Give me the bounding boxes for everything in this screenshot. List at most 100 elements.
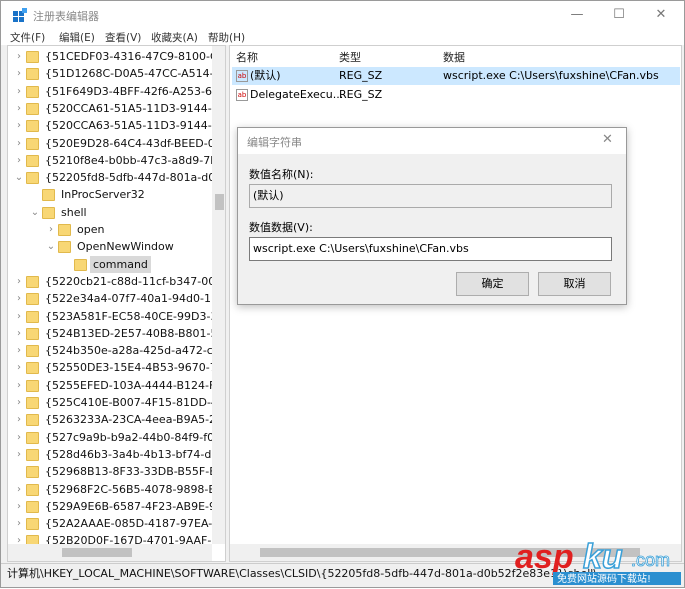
tree-item[interactable]: › {524b350e-a28a-425d-a472-c9e2 — [8, 342, 225, 359]
tree-item[interactable]: command — [8, 255, 213, 273]
window-title: 注册表编辑器 — [33, 10, 99, 23]
tree-item[interactable]: › {525C410E-B007-4F15-81DD-49D — [8, 394, 225, 411]
tree-item[interactable]: › {5220cb21-c88d-11cf-b347-00aa0 — [8, 273, 225, 290]
scroll-thumb[interactable] — [62, 548, 132, 557]
expand-chevron-icon[interactable]: › — [14, 308, 24, 325]
expand-chevron-icon[interactable]: › — [14, 65, 24, 82]
tree-item[interactable]: › {523A581F-EC58-40CE-99D3-36BI — [8, 308, 225, 325]
collapse-chevron-icon[interactable]: ⌄ — [14, 169, 24, 186]
column-header-name[interactable]: 名称 — [236, 49, 258, 65]
expand-chevron-icon[interactable]: › — [14, 325, 24, 342]
expand-chevron-icon[interactable]: › — [14, 152, 24, 169]
tree-horizontal-scrollbar[interactable] — [8, 544, 212, 561]
dialog-close-button[interactable]: ✕ — [602, 132, 613, 147]
expand-chevron-icon[interactable]: › — [14, 117, 24, 134]
scroll-thumb[interactable] — [215, 194, 224, 210]
tree-item-label: {5255EFED-103A-4444-B124-F88F — [45, 378, 226, 392]
collapse-chevron-icon[interactable]: ⌄ — [46, 238, 56, 255]
tree-item[interactable]: › {520CCA61-51A5-11D3-9144-0010 — [8, 100, 225, 117]
minimize-button[interactable]: — — [567, 6, 587, 24]
tree-item[interactable]: InProcServer32 — [8, 186, 213, 203]
tree-item-label: {527c9a9b-b9a2-44b0-84f9-f0dc1 — [45, 430, 226, 444]
menu-file[interactable]: 文件(F) — [10, 30, 45, 45]
column-header-type[interactable]: 类型 — [339, 49, 361, 65]
value-name-field[interactable]: (默认) — [249, 184, 612, 208]
tree-item[interactable]: {52968B13-8F33-33DB-B55F-ED57 — [8, 463, 225, 480]
tree-item-label: OpenNewWindow — [77, 240, 174, 254]
expand-chevron-icon[interactable]: › — [14, 481, 24, 498]
expand-chevron-icon[interactable]: › — [14, 48, 24, 65]
tree-item[interactable]: ⌄ OpenNewWindow — [8, 238, 213, 255]
menu-view[interactable]: 查看(V) — [105, 30, 141, 45]
tree-item-label: {5210f8e4-b0bb-47c3-a8d9-7b22 — [45, 153, 226, 167]
tree-item[interactable]: › {52550DE3-15E4-4B53-9670-74FC — [8, 359, 225, 376]
tree-item[interactable]: › {5210f8e4-b0bb-47c3-a8d9-7b22 — [8, 152, 225, 169]
tree-item-label: {520E9D28-64C4-43df-BEED-02D9 — [45, 136, 226, 150]
value-name: DelegateExecu... — [250, 88, 344, 101]
tree-item-label: {52205fd8-5dfb-447d-801a-d0b5 — [45, 171, 226, 185]
expand-chevron-icon[interactable]: › — [14, 394, 24, 411]
tree-item[interactable]: › {529A9E6B-6587-4F23-AB9E-9C7D — [8, 498, 225, 515]
value-row[interactable]: ab (默认) REG_SZ wscript.exe C:\Users\fuxsh… — [232, 67, 680, 85]
tree-item-label: {51CEDF03-4316-47C9-8100-CAC! — [45, 50, 226, 63]
cancel-button[interactable]: 取消 — [538, 272, 611, 296]
tree-item[interactable]: › {528d46b3-3a4b-4b13-bf74-d9cb — [8, 446, 225, 463]
menu-favorites[interactable]: 收藏夹(A) — [151, 30, 198, 45]
menu-edit[interactable]: 编辑(E) — [59, 30, 95, 45]
folder-icon — [26, 345, 39, 358]
expand-chevron-icon[interactable]: › — [14, 515, 24, 532]
expand-chevron-icon[interactable]: › — [46, 221, 56, 238]
svg-text:ku: ku — [583, 540, 623, 576]
tree-item-label: {523A581F-EC58-40CE-99D3-36BI — [45, 309, 226, 323]
collapse-chevron-icon[interactable]: ⌄ — [30, 204, 40, 221]
tree-item[interactable]: › {527c9a9b-b9a2-44b0-84f9-f0dc1 — [8, 429, 225, 446]
column-header-data[interactable]: 数据 — [443, 49, 465, 65]
tree-item[interactable]: › {52A2AAAE-085D-4187-97EA-8C3 — [8, 515, 225, 532]
expand-chevron-icon[interactable]: › — [14, 290, 24, 307]
tree-item[interactable]: › {51F649D3-4BFF-42f6-A253-6D87 — [8, 83, 225, 100]
folder-icon — [26, 137, 39, 150]
tree-item[interactable]: ⌄ shell — [8, 204, 213, 221]
ok-button[interactable]: 确定 — [456, 272, 529, 296]
menu-help[interactable]: 帮助(H) — [208, 30, 245, 45]
expand-chevron-icon[interactable]: › — [14, 446, 24, 463]
value-data-input[interactable]: wscript.exe C:\Users\fuxshine\CFan.vbs — [249, 237, 612, 261]
expand-chevron-icon[interactable]: › — [14, 100, 24, 117]
tree-item-label: open — [77, 223, 105, 236]
tree-item[interactable]: › {51D1268C-D0A5-47CC-A514-547 — [8, 65, 225, 82]
maximize-button[interactable]: ☐ — [609, 6, 629, 24]
tree-item[interactable]: › {522e34a4-07f7-40a1-94d0-1bfe8 — [8, 290, 225, 307]
value-row[interactable]: ab DelegateExecu... REG_SZ — [232, 86, 680, 104]
dialog-title: 编辑字符串 — [247, 136, 302, 149]
tree-item-label: {528d46b3-3a4b-4b13-bf74-d9cb — [45, 447, 226, 461]
expand-chevron-icon[interactable]: › — [14, 342, 24, 359]
tree-item-label: {52968F2C-56B5-4078-9898-EA59 — [45, 482, 226, 496]
folder-icon — [58, 241, 71, 254]
tree-item[interactable]: › open — [8, 221, 213, 238]
expand-chevron-icon[interactable]: › — [14, 411, 24, 428]
tree-item[interactable]: › {520E9D28-64C4-43df-BEED-02D9 — [8, 135, 225, 152]
value-name-label: 数值名称(N): — [249, 168, 314, 181]
tree-item[interactable]: › {5263233A-23CA-4eea-B9A5-25A2 — [8, 411, 225, 428]
tree-item-label: {5263233A-23CA-4eea-B9A5-25A2 — [45, 413, 226, 427]
tree-item-label: {524B13ED-2E57-40B8-B801-5FA3 — [45, 326, 226, 340]
expand-chevron-icon[interactable]: › — [14, 83, 24, 100]
dialog-title-bar: 编辑字符串 ✕ — [238, 128, 626, 154]
expand-chevron-icon[interactable]: › — [14, 359, 24, 376]
tree-vertical-scrollbar[interactable] — [212, 46, 225, 544]
tree-item[interactable]: › {520CCA63-51A5-11D3-9144-0010 — [8, 117, 225, 134]
close-button[interactable]: ✕ — [651, 6, 671, 24]
tree-item[interactable]: › {5255EFED-103A-4444-B124-F88F — [8, 377, 225, 394]
tree-item[interactable]: › {52968F2C-56B5-4078-9898-EA59 — [8, 481, 225, 498]
expand-chevron-icon[interactable]: › — [14, 135, 24, 152]
expand-chevron-icon[interactable]: › — [14, 498, 24, 515]
tree-item-label: {522e34a4-07f7-40a1-94d0-1bfe8 — [45, 292, 226, 306]
folder-icon — [74, 258, 87, 271]
expand-chevron-icon[interactable]: › — [14, 273, 24, 290]
tree-item[interactable]: ⌄ {52205fd8-5dfb-447d-801a-d0b5 — [8, 169, 225, 186]
expand-chevron-icon[interactable]: › — [14, 429, 24, 446]
expand-chevron-icon[interactable]: › — [14, 377, 24, 394]
aspku-watermark-logo: asp ku .com 免费网站源码下载站! — [513, 537, 683, 586]
tree-item[interactable]: › {51CEDF03-4316-47C9-8100-CAC! — [8, 48, 225, 65]
tree-item[interactable]: › {524B13ED-2E57-40B8-B801-5FA3 — [8, 325, 225, 342]
